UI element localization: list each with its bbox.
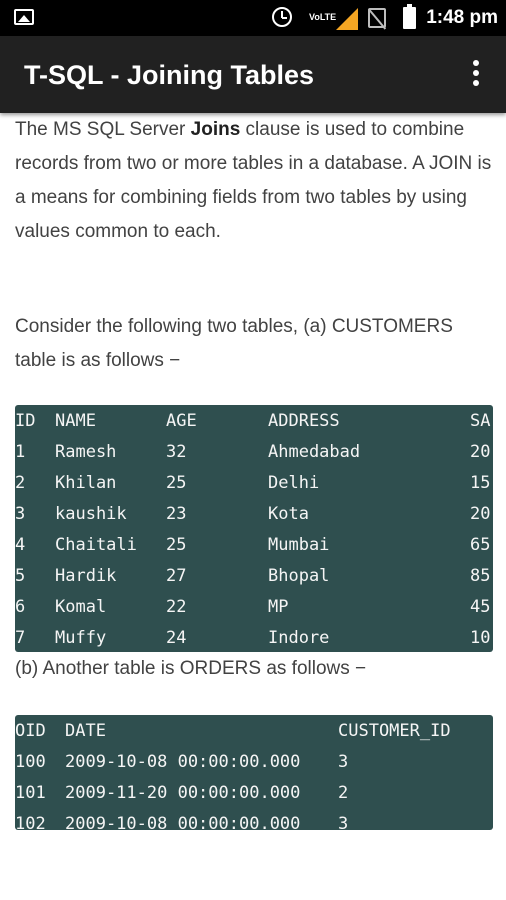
table-cell: 85 bbox=[470, 566, 491, 586]
header-cell: ADDRESS bbox=[268, 411, 340, 431]
table-cell: 4 bbox=[15, 535, 26, 555]
table-cell: 45 bbox=[470, 597, 491, 617]
signal-icon bbox=[336, 8, 358, 30]
table-cell: 2009-10-08 00:00:00.000 bbox=[65, 752, 301, 772]
table-cell: 25 bbox=[166, 473, 187, 493]
table-cell: 25 bbox=[166, 535, 187, 555]
table-cell: 20 bbox=[470, 504, 491, 524]
table-cell: Mumbai bbox=[268, 535, 330, 555]
table-row: 6 Komal 22 MP 45 bbox=[15, 591, 493, 622]
table-cell: 2 bbox=[15, 473, 26, 493]
more-vert-icon[interactable] bbox=[468, 60, 484, 90]
table-cell: Bhopal bbox=[268, 566, 330, 586]
table-cell: kaushik bbox=[55, 504, 127, 524]
table-cell: MP bbox=[268, 597, 289, 617]
table-cell: 102 bbox=[15, 814, 46, 830]
gallery-icon bbox=[14, 9, 34, 25]
table-cell: Delhi bbox=[268, 473, 320, 493]
orders-header-row: OID DATE CUSTOMER_ID bbox=[15, 715, 493, 746]
table-row: 4 Chaitali 25 Mumbai 65 bbox=[15, 529, 493, 560]
table-row: 5 Hardik 27 Bhopal 85 bbox=[15, 560, 493, 591]
table-cell: 3 bbox=[338, 814, 349, 830]
customers-caption: Consider the following two tables, (a) C… bbox=[15, 316, 453, 371]
table-cell: 3 bbox=[15, 504, 26, 524]
table-cell: Ramesh bbox=[55, 442, 117, 462]
table-cell: Khilan bbox=[55, 473, 117, 493]
table-cell: 1 bbox=[15, 442, 26, 462]
table-cell: Muffy bbox=[55, 628, 107, 648]
table-row: 3 kaushik 23 Kota 20 bbox=[15, 498, 493, 529]
orders-caption: (b) Another table is ORDERS as follows − bbox=[15, 658, 367, 679]
header-cell: DATE bbox=[65, 721, 106, 741]
table-cell: 100 bbox=[15, 752, 46, 772]
table-cell: Indore bbox=[268, 628, 330, 648]
header-cell: NAME bbox=[55, 411, 96, 431]
table-cell: Hardik bbox=[55, 566, 117, 586]
table-cell: 2009-10-08 00:00:00.000 bbox=[65, 814, 301, 830]
table-row: 2 Khilan 25 Delhi 15 bbox=[15, 467, 493, 498]
intro-paragraph: The MS SQL Server Joins clause is used t… bbox=[15, 113, 495, 249]
table-cell: 5 bbox=[15, 566, 26, 586]
battery-icon bbox=[403, 4, 416, 29]
table-cell: 7 bbox=[15, 628, 26, 648]
table-cell: 101 bbox=[15, 783, 46, 803]
table-cell: 2 bbox=[338, 783, 349, 803]
table-cell: 27 bbox=[166, 566, 187, 586]
volte-label: VoLTE bbox=[309, 12, 337, 22]
customers-code-block: ID NAME AGE ADDRESS SA 1 Ramesh 32 Ahmed… bbox=[15, 405, 493, 652]
table-cell: Chaitali bbox=[55, 535, 137, 555]
table-cell: 2009-11-20 00:00:00.000 bbox=[65, 783, 301, 803]
table-cell: 20 bbox=[470, 442, 491, 462]
table-cell: 24 bbox=[166, 628, 187, 648]
table-cell: Ahmedabad bbox=[268, 442, 361, 462]
table-row: 102 2009-10-08 00:00:00.000 3 bbox=[15, 808, 493, 830]
table-cell: Komal bbox=[55, 597, 107, 617]
header-cell: OID bbox=[15, 721, 46, 741]
no-sim-icon bbox=[368, 8, 386, 28]
table-cell: Kota bbox=[268, 504, 309, 524]
header-cell: SA bbox=[470, 411, 491, 431]
table-cell: 10 bbox=[470, 628, 491, 648]
table-row: 1 Ramesh 32 Ahmedabad 20 bbox=[15, 436, 493, 467]
customers-header-row: ID NAME AGE ADDRESS SA bbox=[15, 405, 493, 436]
table-cell: 15 bbox=[470, 473, 491, 493]
header-cell: ID bbox=[15, 411, 36, 431]
intro-text-start: The MS SQL Server bbox=[15, 119, 191, 140]
header-cell: CUSTOMER_ID bbox=[338, 721, 451, 741]
intro-bold-term: Joins bbox=[190, 119, 241, 140]
table-cell: 23 bbox=[166, 504, 187, 524]
page-title: T-SQL - Joining Tables bbox=[24, 60, 315, 90]
table-cell: 22 bbox=[166, 597, 187, 617]
table-cell: 6 bbox=[15, 597, 26, 617]
header-cell: AGE bbox=[166, 411, 197, 431]
table-row: 100 2009-10-08 00:00:00.000 3 bbox=[15, 746, 493, 777]
table-cell: 3 bbox=[338, 752, 349, 772]
orders-code-block: OID DATE CUSTOMER_ID 100 2009-10-08 00:0… bbox=[15, 715, 493, 830]
app-bar: T-SQL - Joining Tables bbox=[0, 36, 506, 113]
table-row: 101 2009-11-20 00:00:00.000 2 bbox=[15, 777, 493, 808]
status-time: 1:48 pm bbox=[426, 7, 498, 28]
status-bar: VoLTE 1:48 pm bbox=[0, 0, 506, 36]
table-cell: 65 bbox=[470, 535, 491, 555]
table-cell: 32 bbox=[166, 442, 187, 462]
table-row: 7 Muffy 24 Indore 10 bbox=[15, 622, 493, 652]
alarm-icon bbox=[272, 7, 292, 27]
